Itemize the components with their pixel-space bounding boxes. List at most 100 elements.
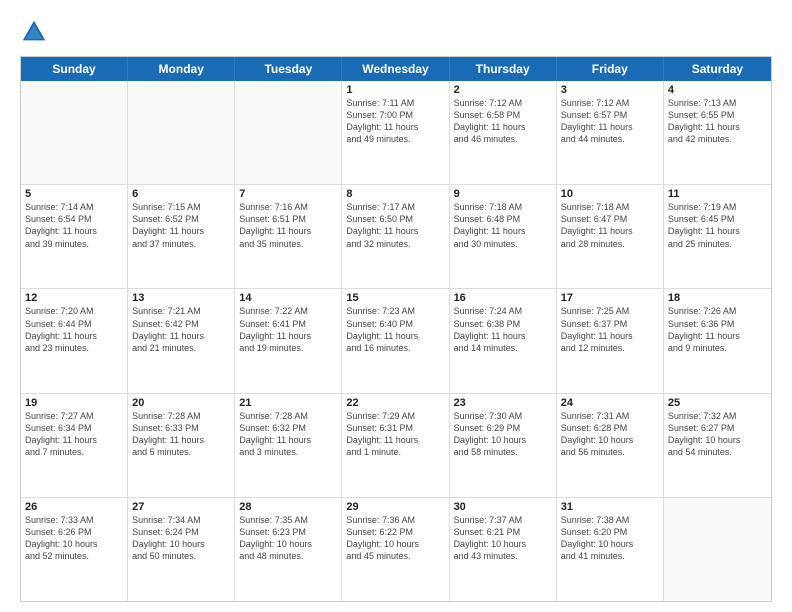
day-cell-30: 30Sunrise: 7:37 AM Sunset: 6:21 PM Dayli… [450,498,557,601]
day-info: Sunrise: 7:33 AM Sunset: 6:26 PM Dayligh… [25,514,123,563]
day-number: 15 [346,292,444,304]
day-number: 12 [25,292,123,304]
day-cell-23: 23Sunrise: 7:30 AM Sunset: 6:29 PM Dayli… [450,394,557,497]
day-number: 17 [561,292,659,304]
day-cell-6: 6Sunrise: 7:15 AM Sunset: 6:52 PM Daylig… [128,185,235,288]
day-info: Sunrise: 7:16 AM Sunset: 6:51 PM Dayligh… [239,201,337,250]
day-info: Sunrise: 7:25 AM Sunset: 6:37 PM Dayligh… [561,305,659,354]
day-cell-7: 7Sunrise: 7:16 AM Sunset: 6:51 PM Daylig… [235,185,342,288]
day-info: Sunrise: 7:24 AM Sunset: 6:38 PM Dayligh… [454,305,552,354]
day-cell-1: 1Sunrise: 7:11 AM Sunset: 7:00 PM Daylig… [342,81,449,184]
day-number: 22 [346,397,444,409]
day-info: Sunrise: 7:29 AM Sunset: 6:31 PM Dayligh… [346,410,444,459]
day-number: 8 [346,188,444,200]
day-number: 24 [561,397,659,409]
day-info: Sunrise: 7:32 AM Sunset: 6:27 PM Dayligh… [668,410,767,459]
day-cell-9: 9Sunrise: 7:18 AM Sunset: 6:48 PM Daylig… [450,185,557,288]
day-cell-4: 4Sunrise: 7:13 AM Sunset: 6:55 PM Daylig… [664,81,771,184]
day-number: 23 [454,397,552,409]
day-number: 3 [561,84,659,96]
calendar-row-3: 19Sunrise: 7:27 AM Sunset: 6:34 PM Dayli… [21,394,771,498]
day-number: 13 [132,292,230,304]
calendar-header: SundayMondayTuesdayWednesdayThursdayFrid… [21,57,771,81]
day-number: 30 [454,501,552,513]
day-info: Sunrise: 7:18 AM Sunset: 6:47 PM Dayligh… [561,201,659,250]
day-cell-18: 18Sunrise: 7:26 AM Sunset: 6:36 PM Dayli… [664,289,771,392]
day-number: 10 [561,188,659,200]
day-info: Sunrise: 7:31 AM Sunset: 6:28 PM Dayligh… [561,410,659,459]
header-day-monday: Monday [128,57,235,81]
header-day-friday: Friday [557,57,664,81]
logo [20,18,52,46]
day-info: Sunrise: 7:17 AM Sunset: 6:50 PM Dayligh… [346,201,444,250]
empty-cell-4-6 [664,498,771,601]
day-info: Sunrise: 7:11 AM Sunset: 7:00 PM Dayligh… [346,97,444,146]
day-number: 28 [239,501,337,513]
day-number: 26 [25,501,123,513]
day-cell-21: 21Sunrise: 7:28 AM Sunset: 6:32 PM Dayli… [235,394,342,497]
day-cell-14: 14Sunrise: 7:22 AM Sunset: 6:41 PM Dayli… [235,289,342,392]
day-cell-2: 2Sunrise: 7:12 AM Sunset: 6:58 PM Daylig… [450,81,557,184]
day-cell-16: 16Sunrise: 7:24 AM Sunset: 6:38 PM Dayli… [450,289,557,392]
day-info: Sunrise: 7:14 AM Sunset: 6:54 PM Dayligh… [25,201,123,250]
day-number: 27 [132,501,230,513]
day-cell-11: 11Sunrise: 7:19 AM Sunset: 6:45 PM Dayli… [664,185,771,288]
day-number: 1 [346,84,444,96]
day-number: 25 [668,397,767,409]
day-info: Sunrise: 7:15 AM Sunset: 6:52 PM Dayligh… [132,201,230,250]
day-cell-28: 28Sunrise: 7:35 AM Sunset: 6:23 PM Dayli… [235,498,342,601]
day-number: 29 [346,501,444,513]
day-info: Sunrise: 7:13 AM Sunset: 6:55 PM Dayligh… [668,97,767,146]
day-cell-15: 15Sunrise: 7:23 AM Sunset: 6:40 PM Dayli… [342,289,449,392]
day-number: 9 [454,188,552,200]
day-info: Sunrise: 7:37 AM Sunset: 6:21 PM Dayligh… [454,514,552,563]
day-cell-19: 19Sunrise: 7:27 AM Sunset: 6:34 PM Dayli… [21,394,128,497]
day-cell-29: 29Sunrise: 7:36 AM Sunset: 6:22 PM Dayli… [342,498,449,601]
header-day-wednesday: Wednesday [342,57,449,81]
day-info: Sunrise: 7:28 AM Sunset: 6:33 PM Dayligh… [132,410,230,459]
day-info: Sunrise: 7:26 AM Sunset: 6:36 PM Dayligh… [668,305,767,354]
day-number: 14 [239,292,337,304]
day-cell-27: 27Sunrise: 7:34 AM Sunset: 6:24 PM Dayli… [128,498,235,601]
day-cell-31: 31Sunrise: 7:38 AM Sunset: 6:20 PM Dayli… [557,498,664,601]
empty-cell-0-1 [128,81,235,184]
day-info: Sunrise: 7:20 AM Sunset: 6:44 PM Dayligh… [25,305,123,354]
day-cell-25: 25Sunrise: 7:32 AM Sunset: 6:27 PM Dayli… [664,394,771,497]
day-info: Sunrise: 7:18 AM Sunset: 6:48 PM Dayligh… [454,201,552,250]
day-info: Sunrise: 7:21 AM Sunset: 6:42 PM Dayligh… [132,305,230,354]
day-cell-12: 12Sunrise: 7:20 AM Sunset: 6:44 PM Dayli… [21,289,128,392]
day-cell-3: 3Sunrise: 7:12 AM Sunset: 6:57 PM Daylig… [557,81,664,184]
header-day-saturday: Saturday [664,57,771,81]
calendar-row-1: 5Sunrise: 7:14 AM Sunset: 6:54 PM Daylig… [21,185,771,289]
day-info: Sunrise: 7:30 AM Sunset: 6:29 PM Dayligh… [454,410,552,459]
day-cell-26: 26Sunrise: 7:33 AM Sunset: 6:26 PM Dayli… [21,498,128,601]
day-number: 2 [454,84,552,96]
calendar-row-2: 12Sunrise: 7:20 AM Sunset: 6:44 PM Dayli… [21,289,771,393]
calendar-row-4: 26Sunrise: 7:33 AM Sunset: 6:26 PM Dayli… [21,498,771,601]
day-cell-8: 8Sunrise: 7:17 AM Sunset: 6:50 PM Daylig… [342,185,449,288]
day-number: 6 [132,188,230,200]
day-cell-5: 5Sunrise: 7:14 AM Sunset: 6:54 PM Daylig… [21,185,128,288]
empty-cell-0-0 [21,81,128,184]
header-day-tuesday: Tuesday [235,57,342,81]
day-info: Sunrise: 7:12 AM Sunset: 6:58 PM Dayligh… [454,97,552,146]
header-day-thursday: Thursday [450,57,557,81]
calendar-body: 1Sunrise: 7:11 AM Sunset: 7:00 PM Daylig… [21,81,771,601]
day-number: 21 [239,397,337,409]
day-info: Sunrise: 7:34 AM Sunset: 6:24 PM Dayligh… [132,514,230,563]
day-number: 16 [454,292,552,304]
day-number: 19 [25,397,123,409]
day-info: Sunrise: 7:27 AM Sunset: 6:34 PM Dayligh… [25,410,123,459]
day-info: Sunrise: 7:35 AM Sunset: 6:23 PM Dayligh… [239,514,337,563]
day-info: Sunrise: 7:36 AM Sunset: 6:22 PM Dayligh… [346,514,444,563]
day-cell-20: 20Sunrise: 7:28 AM Sunset: 6:33 PM Dayli… [128,394,235,497]
day-number: 4 [668,84,767,96]
day-cell-22: 22Sunrise: 7:29 AM Sunset: 6:31 PM Dayli… [342,394,449,497]
day-cell-13: 13Sunrise: 7:21 AM Sunset: 6:42 PM Dayli… [128,289,235,392]
day-info: Sunrise: 7:19 AM Sunset: 6:45 PM Dayligh… [668,201,767,250]
day-info: Sunrise: 7:23 AM Sunset: 6:40 PM Dayligh… [346,305,444,354]
day-number: 7 [239,188,337,200]
day-cell-17: 17Sunrise: 7:25 AM Sunset: 6:37 PM Dayli… [557,289,664,392]
logo-icon [20,18,48,46]
calendar-row-0: 1Sunrise: 7:11 AM Sunset: 7:00 PM Daylig… [21,81,771,185]
